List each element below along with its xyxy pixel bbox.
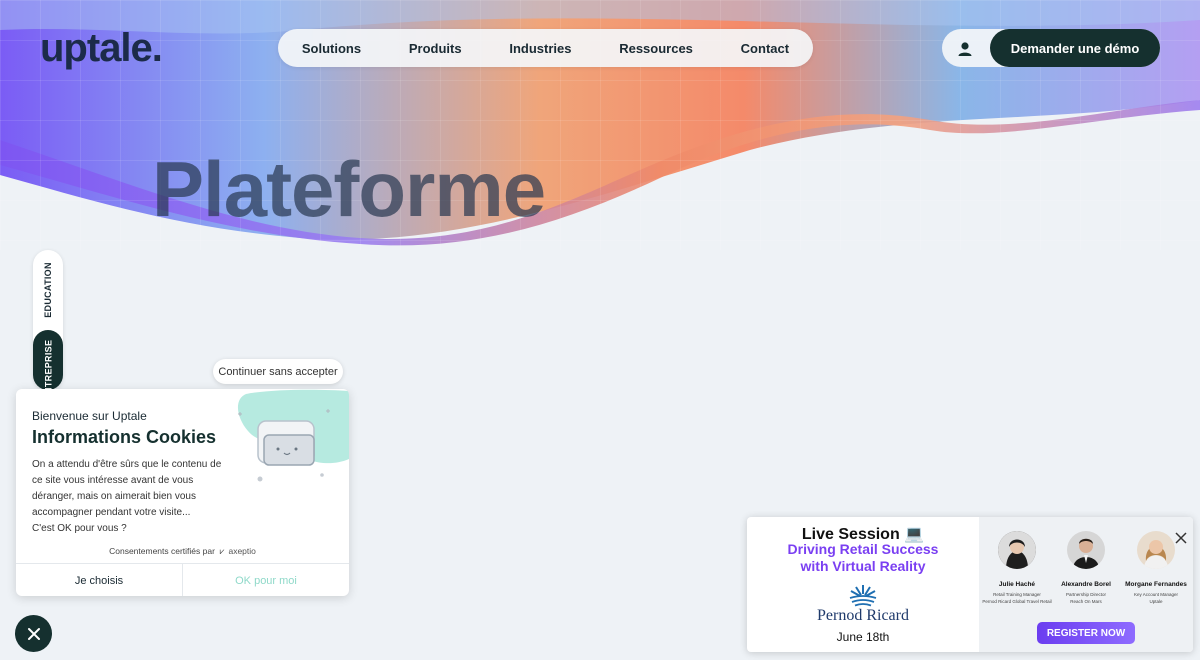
nav-produits[interactable]: Produits xyxy=(409,41,462,56)
user-icon[interactable] xyxy=(954,38,976,60)
webinar-company: Pernod Ricard xyxy=(817,607,909,624)
webinar-subtitle-2: with Virtual Reality xyxy=(800,558,926,574)
webinar-date: June 18th xyxy=(836,630,890,644)
cookie-body-line: ce site vous intéresse avant de vous xyxy=(32,475,194,486)
nav-ressources[interactable]: Ressources xyxy=(619,41,693,56)
segment-entreprise-label: ENTREPRISE xyxy=(43,339,54,390)
speaker-role: Partnership Director Reach On Mars xyxy=(1051,591,1121,605)
nav-industries[interactable]: Industries xyxy=(509,41,571,56)
avatar xyxy=(1137,531,1175,569)
segment-education-label: EDUCATION xyxy=(43,262,53,318)
page-title: Plateforme xyxy=(152,145,546,233)
header-actions: Demander une démo xyxy=(942,29,1160,67)
nav-solutions[interactable]: Solutions xyxy=(302,41,361,56)
close-icon xyxy=(27,627,40,640)
speaker-role: Key Account Manager Uptale xyxy=(1121,591,1191,605)
webinar-popup[interactable]: Live Session 💻 Driving Retail Success wi… xyxy=(747,517,1193,652)
register-now-button[interactable]: REGISTER NOW xyxy=(1037,622,1135,644)
speaker-card: Julie Haché Retail Training Manager Pern… xyxy=(982,531,1052,605)
segment-entreprise[interactable]: ENTREPRISE xyxy=(33,330,63,390)
accept-cookies-button[interactable]: OK pour moi xyxy=(183,564,349,596)
certified-label: Consentements certifiés par xyxy=(109,546,215,556)
cookie-body-line: déranger, mais on aimerait bien vous xyxy=(32,491,196,502)
cookie-body: On a attendu d'être sûrs que le contenu … xyxy=(32,457,232,537)
speaker-company: Reach On Mars xyxy=(1070,599,1102,605)
speaker-company: Pernod Ricard Global Travel Retail xyxy=(982,599,1052,605)
audience-segment-control: EDUCATION ENTREPRISE xyxy=(33,250,63,390)
main-nav: Solutions Produits Industries Ressources… xyxy=(278,29,813,67)
cookie-body-line: C'est OK pour vous ? xyxy=(32,523,127,534)
speaker-role: Retail Training Manager Pernod Ricard Gl… xyxy=(982,591,1052,605)
webinar-subtitle-1: Driving Retail Success xyxy=(787,541,939,557)
speaker-role-line: Retail Training Manager xyxy=(993,592,1041,597)
cookie-body-line: accompagner pendant votre visite... xyxy=(32,507,191,518)
close-webinar-icon[interactable] xyxy=(1174,531,1188,545)
consent-certification: Consentements certifiés par ⩗ axeptio xyxy=(16,546,349,557)
avatar xyxy=(998,531,1036,569)
pernod-ricard-logo-icon xyxy=(846,583,880,607)
cookie-dialog: Bienvenue sur Uptale Informations Cookie… xyxy=(16,389,349,596)
speaker-company: Uptale xyxy=(1149,599,1163,605)
axeptio-logo-icon: ⩗ xyxy=(217,546,225,556)
cookie-title: Informations Cookies xyxy=(32,427,217,447)
cookie-buttons: Je choisis OK pour moi xyxy=(16,563,349,596)
continue-without-accepting-button[interactable]: Continuer sans accepter xyxy=(213,359,343,384)
speaker-name: Morgane Fernandes xyxy=(1125,581,1187,588)
nav-contact[interactable]: Contact xyxy=(741,41,789,56)
cookie-illustration xyxy=(226,389,349,489)
speaker-role-line: Partnership Director xyxy=(1065,592,1106,597)
cookie-welcome: Bienvenue sur Uptale xyxy=(32,409,147,423)
cookie-body-line: On a attendu d'être sûrs que le contenu … xyxy=(32,459,222,470)
choose-cookies-button[interactable]: Je choisis xyxy=(16,564,183,596)
uptale-logo[interactable]: uptale. xyxy=(40,26,163,71)
speaker-name: Alexandre Borel xyxy=(1061,581,1111,588)
webinar-info: Live Session 💻 Driving Retail Success wi… xyxy=(747,517,979,652)
segment-education[interactable]: EDUCATION xyxy=(33,250,63,330)
speaker-role-line: Key Account Manager xyxy=(1133,592,1179,597)
speaker-card: Alexandre Borel Partnership Director Rea… xyxy=(1051,531,1121,605)
speaker-name: Julie Haché xyxy=(998,581,1036,588)
webinar-speakers: Julie Haché Retail Training Manager Pern… xyxy=(979,517,1193,652)
request-demo-button[interactable]: Demander une démo xyxy=(990,29,1160,67)
avatar xyxy=(1067,531,1105,569)
axeptio-brand[interactable]: axeptio xyxy=(228,546,255,556)
close-cookie-button[interactable] xyxy=(15,615,52,652)
